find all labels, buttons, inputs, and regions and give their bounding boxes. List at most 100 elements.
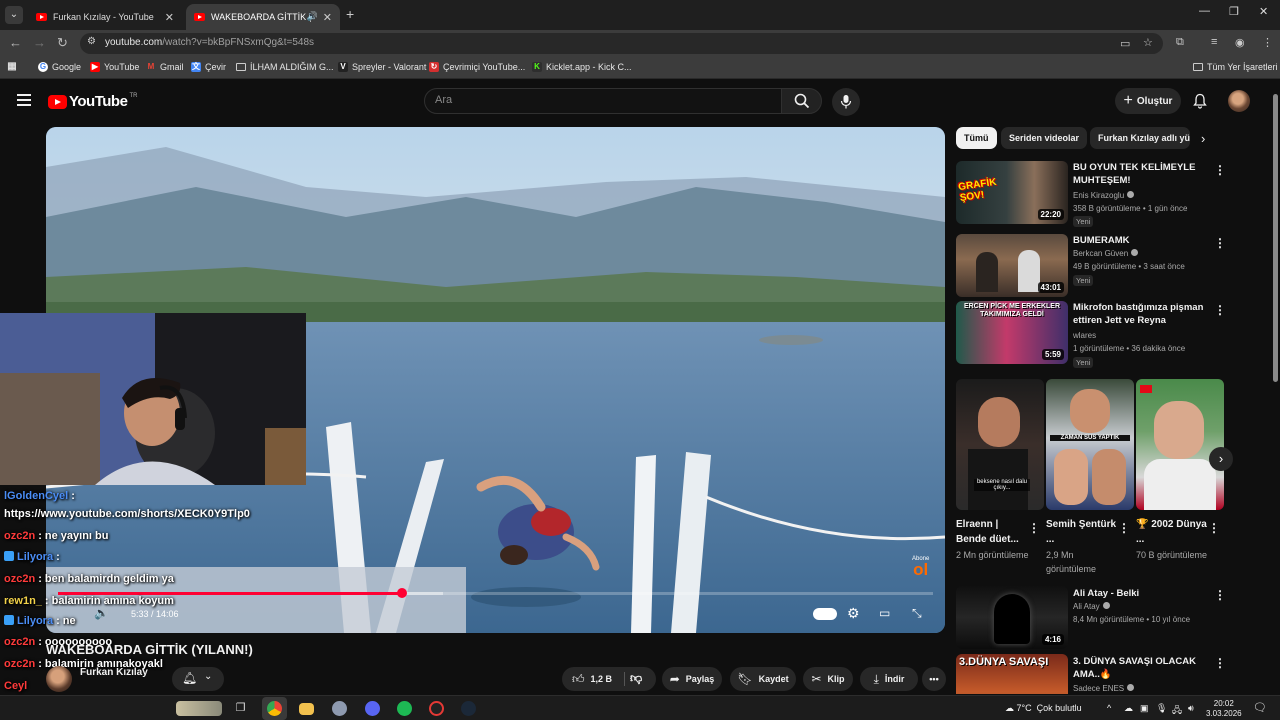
obs-icon[interactable] [429, 701, 444, 716]
extensions-icon[interactable]: ⧉ [1176, 36, 1184, 49]
more-vertical-icon[interactable]: ⋮ [1214, 163, 1226, 177]
file-explorer-icon[interactable] [299, 703, 314, 715]
more-vertical-icon[interactable]: ⋮ [1214, 656, 1226, 670]
tray-app-icon[interactable]: ▣ [1140, 703, 1149, 714]
close-window-icon[interactable]: ✕ [1259, 5, 1268, 18]
restore-icon[interactable]: ❐ [1229, 5, 1239, 18]
taskbar-clock[interactable]: 20:02 3.03.2026 [1206, 699, 1242, 719]
tab-channel[interactable]: Furkan Kızılay - YouTube ✕ [28, 4, 182, 30]
forward-icon[interactable]: → [33, 35, 46, 50]
short-item[interactable]: 🏆 2002 Dünya ... 70 B görüntüleme ⋮ [1136, 379, 1224, 560]
settings-gear-icon[interactable]: ⚙ [847, 605, 860, 622]
bookmark-online-youtube[interactable]: ↻ Çevrimiçi YouTube... [429, 62, 525, 72]
video-thumbnail[interactable]: GRAFİK ŞOV! 22:20 [956, 161, 1068, 224]
autoplay-toggle[interactable] [813, 608, 837, 620]
widgets-icon[interactable] [176, 701, 222, 716]
recommended-video[interactable]: 4:16 Ali Atay - Belki Ali Atay 8,4 Mn gö… [956, 586, 1226, 656]
apps-icon[interactable]: ▦ [7, 62, 21, 72]
create-button[interactable]: + Oluştur [1115, 88, 1181, 114]
bookmark-gmail[interactable]: M Gmail [146, 62, 184, 72]
bookmark-star-icon[interactable]: ☆ [1143, 36, 1153, 49]
recommended-video[interactable]: 3.DÜNYA SAVAŞI 3. DÜNYA SAVAŞI OLACAK AM… [956, 654, 1226, 694]
volume-icon[interactable]: 🔊 [94, 606, 109, 620]
discord-icon[interactable] [365, 701, 380, 716]
spotify-icon[interactable] [397, 701, 412, 716]
search-input[interactable] [435, 94, 765, 106]
profile-icon[interactable]: ◉ [1235, 36, 1245, 49]
dislike-button[interactable]: 👎︎ [630, 671, 642, 686]
more-vertical-icon[interactable]: ⋮ [1208, 521, 1220, 535]
bookmark-folder[interactable]: İLHAM ALDIĞIM G... [236, 62, 334, 72]
shorts-next-icon[interactable]: › [1209, 447, 1233, 471]
weather-widget[interactable]: ☁ 7°C Çok bulutlu [1005, 703, 1082, 714]
recommended-video[interactable]: ERCEN PİCK ME ERKEKLER TAKIMIMIZA GELDİ … [956, 301, 1226, 371]
menu-icon[interactable]: ⋮ [1262, 36, 1273, 49]
tab-video[interactable]: WAKEBOARDA GİTTİK (YILA 🔊 ✕ [186, 4, 340, 30]
task-view-icon[interactable]: ❐ [233, 701, 248, 716]
site-info-icon[interactable]: ⚙ [87, 36, 96, 47]
more-vertical-icon[interactable]: ⋮ [1214, 236, 1226, 250]
chip-channel[interactable]: Furkan Kızılay adlı yü [1090, 127, 1190, 149]
tab-search-button[interactable]: ⌄ [5, 6, 23, 24]
audio-playing-icon[interactable]: 🔊 [307, 11, 318, 22]
youtube-logo[interactable]: YouTube TR [48, 93, 137, 110]
tray-volume-icon[interactable]: 🔊︎ [1188, 703, 1194, 714]
recommended-video[interactable]: 43:01 BUMERAMK Berkcan Güven 49 B görünt… [956, 234, 1226, 304]
search-button[interactable] [781, 88, 822, 114]
bookmark-google[interactable]: G Google [38, 62, 81, 72]
more-actions-button[interactable]: ••• [922, 667, 946, 691]
short-thumbnail[interactable] [1136, 379, 1224, 510]
cast-icon[interactable]: ▭ [1120, 37, 1130, 50]
reload-icon[interactable]: ↻ [57, 35, 68, 51]
app-icon[interactable] [332, 701, 347, 716]
more-vertical-icon[interactable]: ⋮ [1214, 303, 1226, 317]
notifications-bell-icon[interactable] [1193, 93, 1207, 114]
more-vertical-icon[interactable]: ⋮ [1214, 588, 1226, 602]
notification-center-icon[interactable]: 🗨︎ [1253, 701, 1267, 714]
fullscreen-icon[interactable]: ⤡ [912, 606, 922, 621]
close-tab-icon[interactable]: ✕ [165, 11, 174, 24]
short-thumbnail[interactable]: beksene nasıl dalu çıkıy... [956, 379, 1044, 510]
chips-next-icon[interactable]: › [1201, 131, 1205, 146]
video-thumbnail[interactable]: ERCEN PİCK ME ERKEKLER TAKIMIMIZA GELDİ … [956, 301, 1068, 364]
video-thumbnail[interactable]: 4:16 [956, 586, 1068, 649]
bookmark-kicklet[interactable]: K Kicklet.app - Kick C... [532, 62, 632, 72]
bookmark-valorant[interactable]: V Spreyler - Valorant [338, 62, 426, 72]
tray-mic-icon[interactable]: 🎙︎ [1156, 703, 1167, 714]
new-tab-button[interactable]: + [346, 6, 354, 22]
bookmark-translate[interactable]: 文 Çevir [191, 62, 226, 72]
minimize-icon[interactable]: — [1199, 5, 1210, 17]
download-button[interactable]: ⤓ İndir [860, 667, 918, 691]
recommended-video[interactable]: GRAFİK ŞOV! 22:20 BU OYUN TEK KELİMEYLE … [956, 161, 1226, 231]
progress-bar[interactable] [46, 588, 945, 598]
share-button[interactable]: ➦ Paylaş [662, 667, 722, 691]
all-bookmarks[interactable]: Tüm Yer İşaretleri [1193, 62, 1278, 72]
subscription-bell-button[interactable]: 🔔︎ ⌄ [172, 667, 224, 691]
back-icon[interactable]: ← [9, 35, 22, 50]
bookmark-youtube[interactable]: ▶ YouTube [90, 62, 139, 72]
more-vertical-icon[interactable]: ⋮ [1028, 521, 1040, 535]
tray-cloud-icon[interactable]: ☁ [1124, 703, 1133, 714]
tray-chevron-icon[interactable]: ^ [1107, 703, 1111, 713]
short-item[interactable]: beksene nasıl dalu çıkıy... Elraenn | Be… [956, 379, 1044, 560]
more-vertical-icon[interactable]: ⋮ [1118, 521, 1130, 535]
video-thumbnail[interactable]: 3.DÜNYA SAVAŞI [956, 654, 1068, 694]
theater-mode-icon[interactable]: ▭ [879, 606, 890, 620]
chrome-icon[interactable] [267, 701, 282, 716]
tray-network-icon[interactable]: 🖧 [1172, 703, 1182, 719]
scrollbar-thumb[interactable] [1273, 94, 1278, 382]
progress-scrubber[interactable] [396, 588, 407, 598]
chip-series[interactable]: Seriden videolar [1001, 127, 1088, 149]
clip-button[interactable]: ✂ Klip [803, 667, 853, 691]
short-item[interactable]: ZAMAN SUS YAPTIK Semih Şentürk ... 2,9 M… [1046, 379, 1134, 574]
subscribe-watermark[interactable]: Abone ol [912, 556, 929, 578]
voice-search-button[interactable] [832, 88, 860, 116]
address-bar[interactable]: ⚙ youtube.com/watch?v=bkBpFNSxmQg&t=548s… [80, 33, 1163, 54]
like-button[interactable]: 👍︎ 1,2 B [572, 672, 612, 687]
chip-all[interactable]: Tümü [956, 127, 997, 149]
close-tab-icon[interactable]: ✕ [323, 11, 332, 24]
media-control-icon[interactable]: ≡ [1211, 36, 1217, 48]
guide-menu-icon[interactable] [17, 94, 31, 106]
channel-avatar[interactable] [46, 666, 72, 692]
steam-icon[interactable] [461, 701, 476, 716]
